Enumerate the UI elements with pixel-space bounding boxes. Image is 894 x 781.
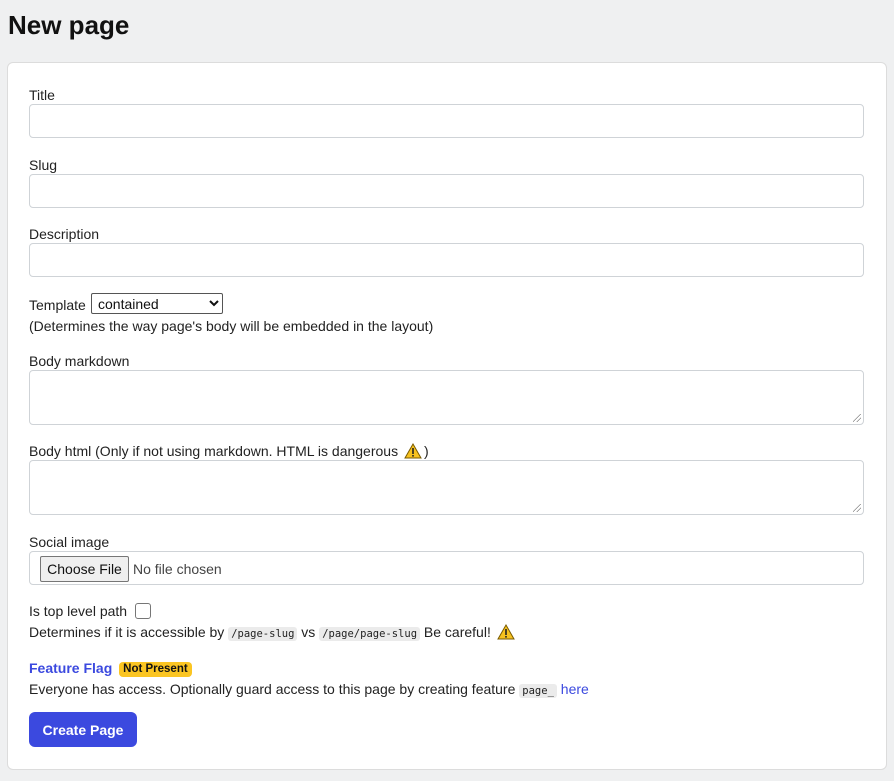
social-image-file-input[interactable]: Choose File No file chosen [29,551,864,585]
body-html-label: Body html (Only if not using markdown. H… [29,443,399,459]
resize-handle-icon[interactable] [853,504,861,512]
description-label: Description [29,226,100,242]
resize-handle-icon[interactable] [853,414,861,422]
top-level-vs: vs [301,624,316,640]
warning-icon [496,624,515,640]
top-level-label: Is top level path [29,603,128,619]
create-page-button[interactable]: Create Page [29,712,137,747]
template-select[interactable]: contained [91,293,223,314]
code-page-prefix: page_ [519,684,557,698]
title-label: Title [29,87,55,103]
feature-flag-title: Feature Flag [29,660,113,676]
top-level-hint: Determines if it is accessible by /page-… [29,624,517,643]
top-level-careful: Be careful! [423,624,491,640]
body-html-textarea[interactable] [29,460,864,515]
template-hint: (Determines the way page's body will be … [29,318,434,334]
no-file-status: No file chosen [133,561,222,577]
feature-flag-text: Everyone has access. Optionally guard ac… [29,681,516,697]
choose-file-button[interactable]: Choose File [40,556,129,582]
feature-flag-description: Everyone has access. Optionally guard ac… [29,681,589,700]
social-image-label: Social image [29,534,110,550]
warning-icon [404,443,422,459]
title-input[interactable] [29,104,864,138]
slug-label: Slug [29,157,58,173]
feature-flag-status-badge: Not Present [119,662,192,677]
body-html-label-row: Body html (Only if not using markdown. H… [29,443,429,460]
feature-flag-heading: Feature Flag Not Present [29,660,192,677]
page-title: New page [8,10,130,40]
body-html-label-end: ) [423,443,429,459]
body-markdown-textarea[interactable] [29,370,864,425]
code-page-page-slug: /page/page-slug [319,627,421,641]
template-label: Template [29,297,86,313]
top-level-checkbox[interactable] [135,603,151,619]
code-page-slug: /page-slug [228,627,298,641]
new-page-form: Title Slug Description Template containe… [7,62,887,770]
slug-input[interactable] [29,174,864,208]
body-markdown-label: Body markdown [29,353,130,369]
description-input[interactable] [29,243,864,277]
top-level-hint-prefix: Determines if it is accessible by [29,624,225,640]
feature-flag-here-link[interactable]: here [561,681,589,697]
